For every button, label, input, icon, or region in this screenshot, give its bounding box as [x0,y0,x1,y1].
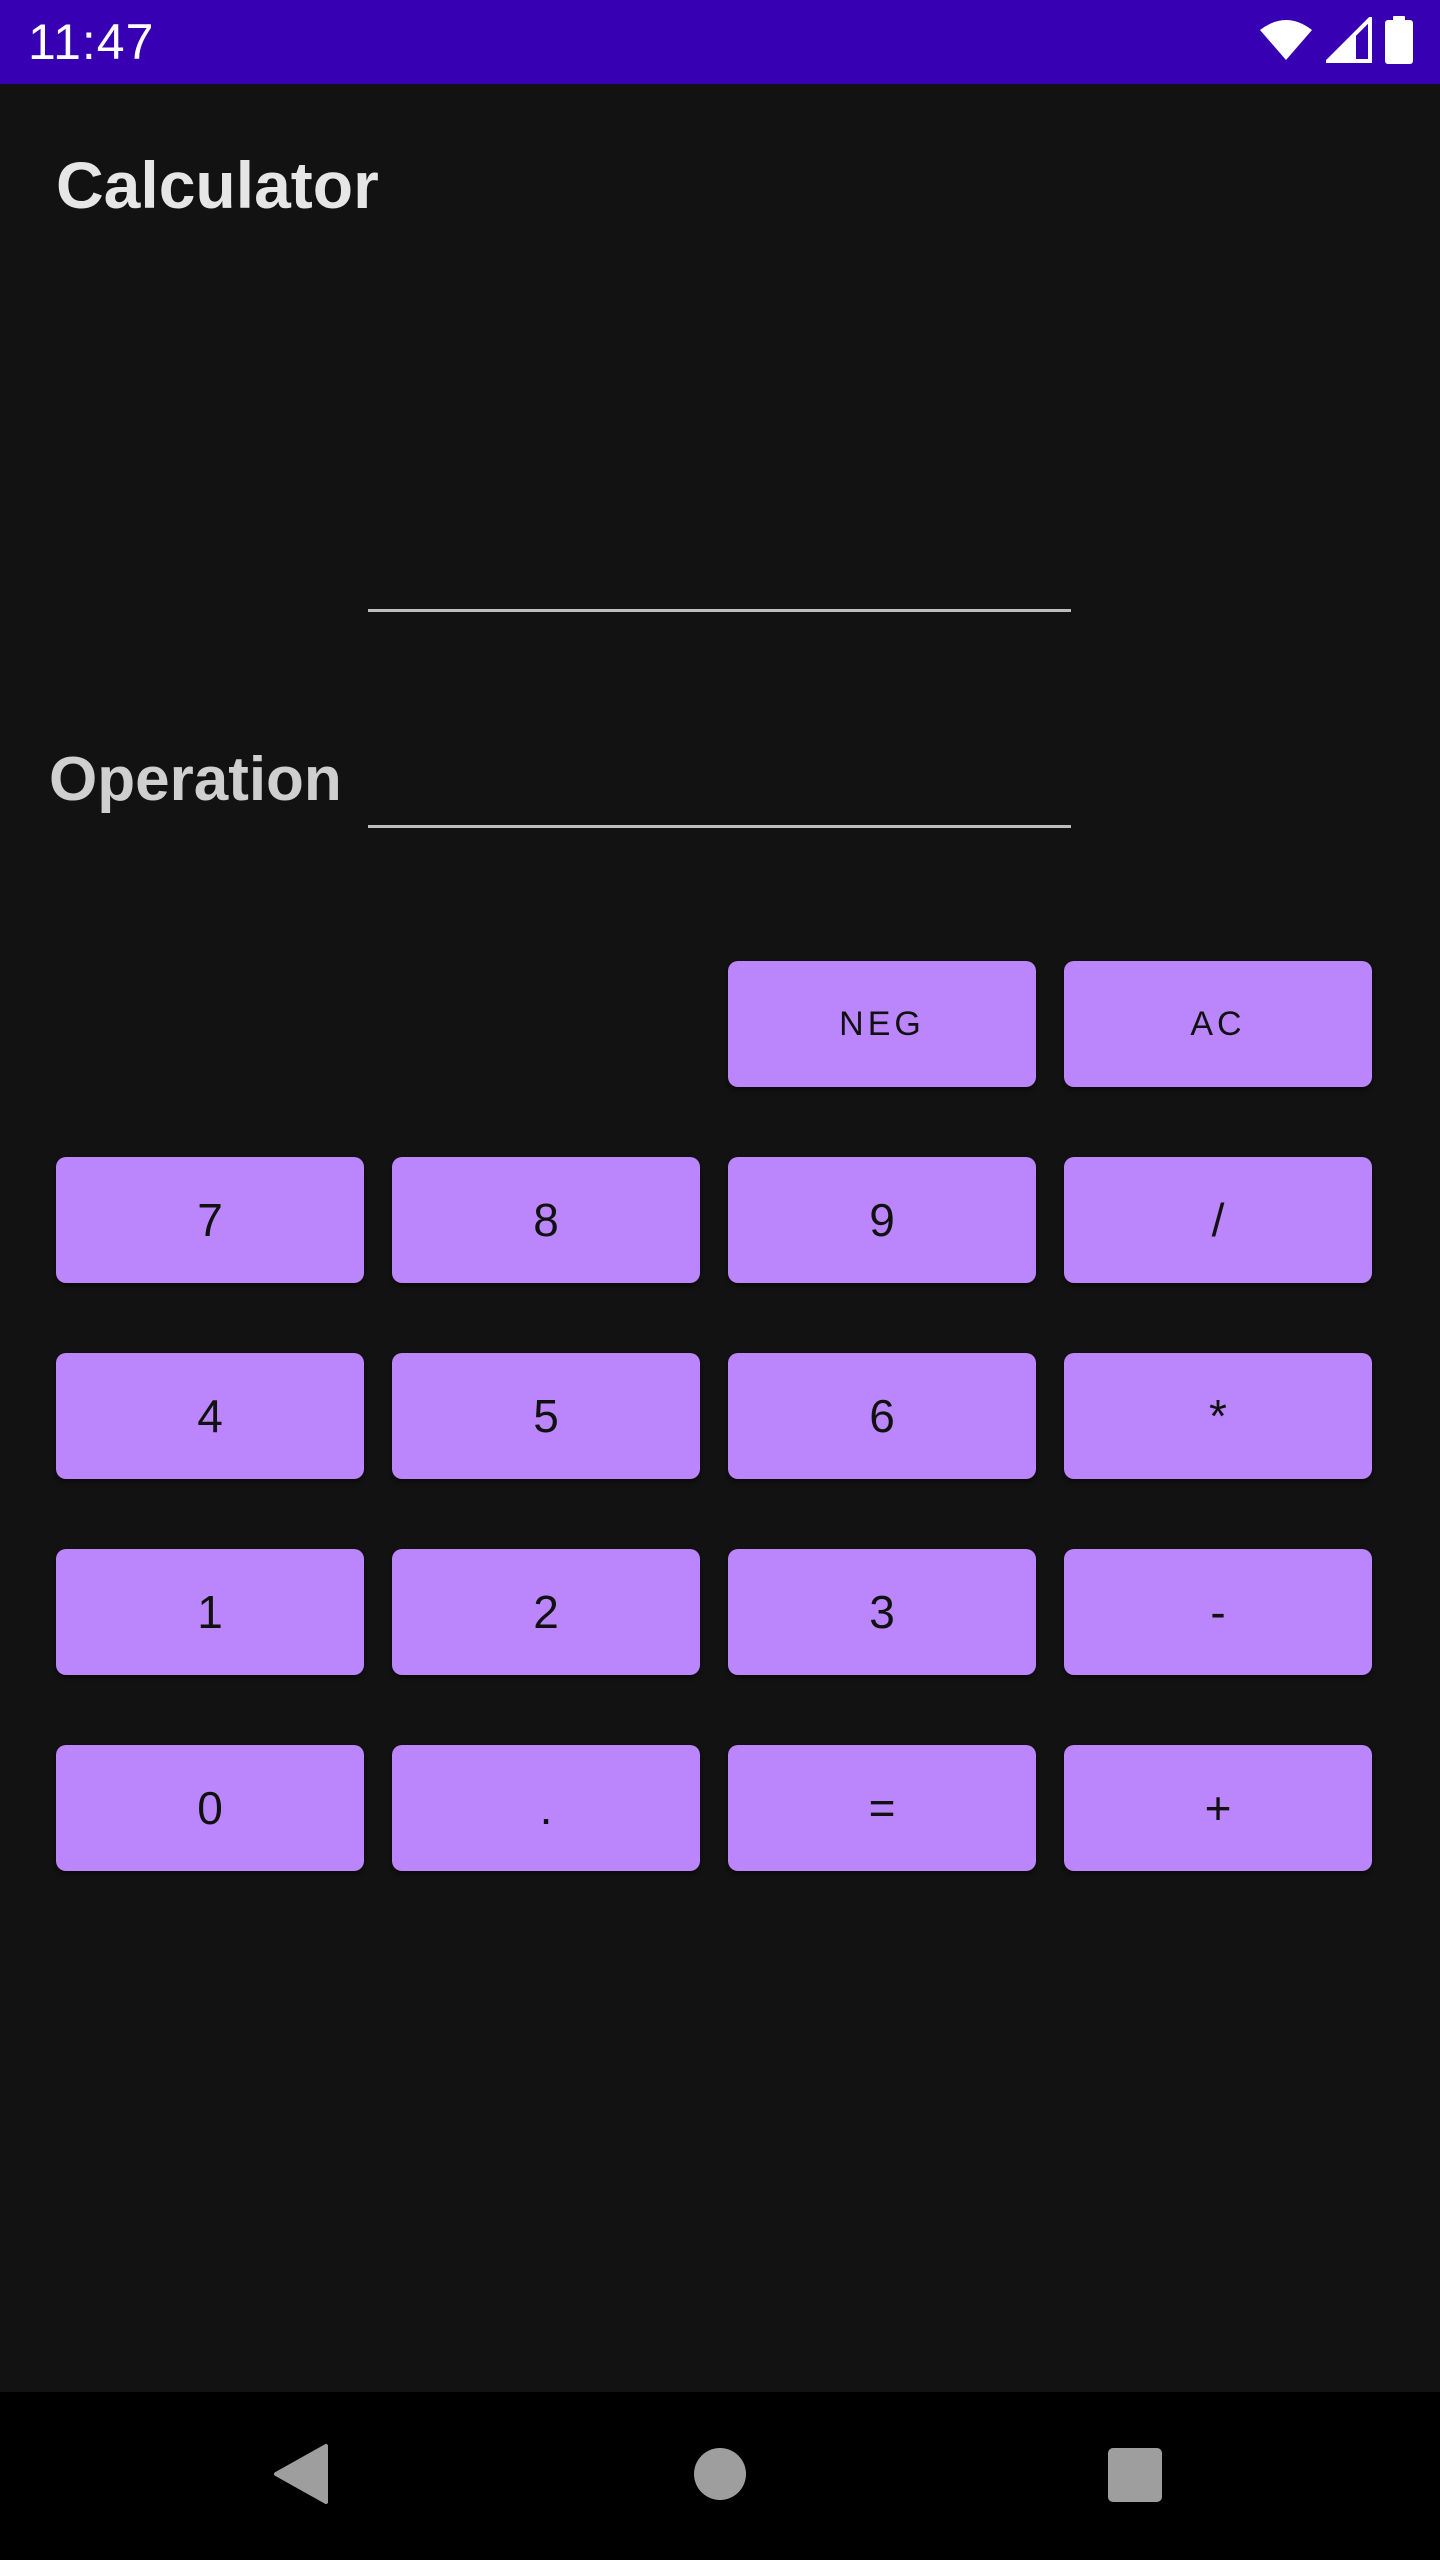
new-number-field[interactable] [368,736,1071,828]
wifi-icon [1258,18,1314,67]
digit-8-button[interactable]: 8 [392,1157,700,1283]
digit-5-button[interactable]: 5 [392,1353,700,1479]
back-icon[interactable] [270,2442,332,2506]
calculator-screen: 11:47 Calculator Operation NEG AC 7 8 9 … [0,0,1440,2560]
recents-icon[interactable] [1108,2448,1162,2502]
decimal-point-button[interactable]: . [392,1745,700,1871]
status-icons [1258,13,1414,69]
digit-2-button[interactable]: 2 [392,1549,700,1675]
digit-6-button[interactable]: 6 [728,1353,1036,1479]
home-icon[interactable] [694,2448,746,2500]
app-title: Calculator [56,148,379,222]
digit-9-button[interactable]: 9 [728,1157,1036,1283]
status-time: 11:47 [28,14,155,70]
ac-button[interactable]: AC [1064,961,1372,1087]
battery-icon [1384,15,1414,69]
digit-7-button[interactable]: 7 [56,1157,364,1283]
navigation-bar [0,2392,1440,2560]
equals-button[interactable]: = [728,1745,1036,1871]
divide-button[interactable]: / [1064,1157,1372,1283]
result-field[interactable] [368,520,1071,612]
status-bar: 11:47 [0,0,1440,84]
plus-button[interactable]: + [1064,1745,1372,1871]
digit-3-button[interactable]: 3 [728,1549,1036,1675]
digit-0-button[interactable]: 0 [56,1745,364,1871]
cellular-signal-icon [1323,13,1372,68]
multiply-button[interactable]: * [1064,1353,1372,1479]
minus-button[interactable]: - [1064,1549,1372,1675]
digit-1-button[interactable]: 1 [56,1549,364,1675]
operation-label: Operation [49,745,342,814]
digit-4-button[interactable]: 4 [56,1353,364,1479]
neg-button[interactable]: NEG [728,961,1036,1087]
